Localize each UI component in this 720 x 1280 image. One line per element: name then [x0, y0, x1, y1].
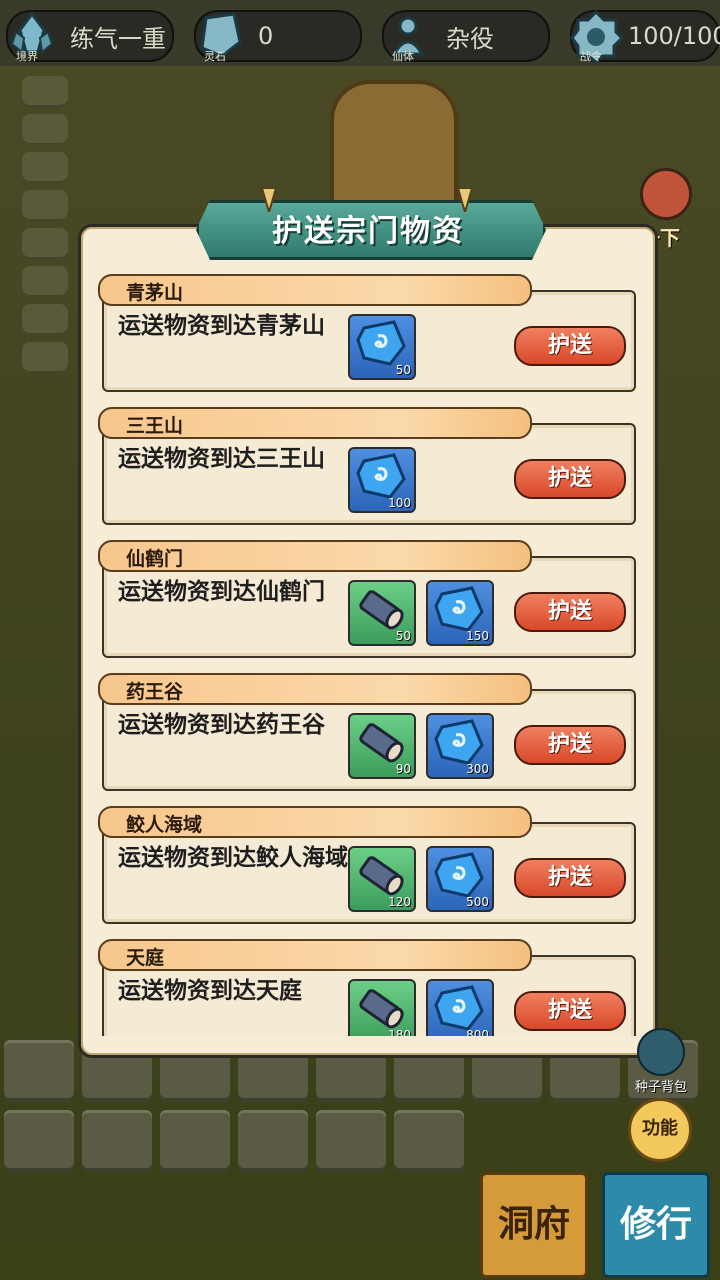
reward-item[interactable]: 180	[348, 979, 416, 1036]
reward-count: 90	[395, 762, 411, 776]
power-caption: 战令	[580, 50, 602, 63]
seed-bag-label: 种子背包	[634, 1080, 687, 1095]
escort-description: 运送物资到达鲛人海域	[118, 845, 348, 871]
location-tag: 鲛人海域	[98, 806, 532, 838]
escort-entry: 三王山运送物资到达三王山 100 护送	[98, 403, 638, 536]
seed-bag-icon	[637, 1028, 685, 1076]
escort-button[interactable]: 护送	[514, 592, 626, 632]
escort-entry: 天庭运送物资到达天庭 180 800 护送	[98, 935, 638, 1036]
reward-count: 50	[395, 363, 411, 377]
realm-pill[interactable]: 境界 练气一重	[6, 10, 174, 63]
escort-description: 运送物资到达三王山	[118, 446, 325, 472]
body-caption: 仙体	[392, 50, 414, 63]
reward-count: 800	[466, 1028, 489, 1036]
seed-bag-button[interactable]: 种子背包	[626, 1028, 696, 1095]
escort-description: 运送物资到达青茅山	[118, 313, 325, 339]
cave-button[interactable]: 洞府	[480, 1172, 588, 1278]
realm-value: 练气一重	[70, 24, 166, 53]
location-tag: 仙鹤门	[98, 540, 532, 572]
reward-count: 300	[466, 762, 489, 776]
dialog-title: 护送宗门物资	[272, 214, 464, 249]
location-tag: 药王谷	[98, 673, 532, 705]
location-tag: 天庭	[98, 939, 532, 971]
power-pill[interactable]: 战令 100/100	[570, 9, 720, 64]
reward-item[interactable]: 800	[426, 979, 494, 1036]
function-button[interactable]: 功能	[628, 1098, 692, 1162]
escort-button[interactable]: 护送	[514, 858, 626, 898]
location-tag: 青茅山	[98, 274, 532, 306]
reward-item[interactable]: 90	[348, 713, 416, 779]
reward-count: 150	[466, 629, 489, 643]
reward-count: 120	[388, 895, 411, 909]
escort-button[interactable]: 护送	[514, 459, 626, 499]
top-status-bar: 境界 练气一重 灵石 0 仙体 杂役 战令 100/100	[0, 0, 720, 66]
escort-entry: 青茅山运送物资到达青茅山 50 护送	[98, 270, 638, 403]
body-pill[interactable]: 仙体 杂役	[382, 10, 550, 63]
location-name: 三王山	[126, 415, 184, 437]
stone-path	[18, 70, 74, 380]
stone-caption: 灵石	[204, 50, 226, 63]
gift-bag-icon[interactable]	[628, 168, 698, 228]
stone-value: 0	[258, 22, 274, 50]
reward-item[interactable]: 150	[426, 580, 494, 646]
location-tag: 三王山	[98, 407, 532, 439]
escort-description: 运送物资到达仙鹤门	[118, 579, 325, 605]
body-value: 杂役	[446, 24, 494, 53]
escort-list[interactable]: 青茅山 运送物资到达青茅山 50 护送 三王山 运送物资到达三王山 100 护送 仙鹤门 运送物资…	[98, 270, 638, 1036]
reward-count: 500	[466, 895, 489, 909]
reward-item[interactable]: 120	[348, 846, 416, 912]
stone-wall-lower	[0, 1110, 720, 1180]
escort-button[interactable]: 护送	[514, 991, 626, 1031]
reward-item[interactable]: 50	[348, 580, 416, 646]
escort-entry: 药王谷运送物资到达药王谷 90 300 护送	[98, 669, 638, 802]
reward-item[interactable]: 100	[348, 447, 416, 513]
location-name: 青茅山	[126, 282, 184, 304]
location-name: 鲛人海域	[126, 814, 203, 836]
escort-button[interactable]: 护送	[514, 326, 626, 366]
reward-count: 100	[388, 496, 411, 510]
cultivate-button[interactable]: 修行	[602, 1172, 710, 1278]
escort-entry: 鲛人海域运送物资到达鲛人海域 120 500 护送	[98, 802, 638, 935]
escort-description: 运送物资到达天庭	[118, 978, 302, 1004]
escort-description: 运送物资到达药王谷	[118, 712, 325, 738]
escort-button[interactable]: 护送	[514, 725, 626, 765]
dialog-title-banner: 护送宗门物资	[196, 188, 546, 260]
location-name: 天庭	[126, 947, 165, 969]
reward-count: 50	[395, 629, 411, 643]
escort-entry: 仙鹤门运送物资到达仙鹤门 50 150 护送	[98, 536, 638, 669]
reward-item[interactable]: 50	[348, 314, 416, 380]
reward-count: 180	[388, 1028, 411, 1036]
spirit-stone-pill[interactable]: 灵石 0	[194, 10, 362, 63]
location-name: 药王谷	[126, 681, 184, 703]
location-name: 仙鹤门	[126, 548, 184, 570]
realm-caption: 境界	[16, 50, 38, 63]
reward-item[interactable]: 500	[426, 846, 494, 912]
power-value: 100/100	[628, 22, 720, 50]
reward-item[interactable]: 300	[426, 713, 494, 779]
